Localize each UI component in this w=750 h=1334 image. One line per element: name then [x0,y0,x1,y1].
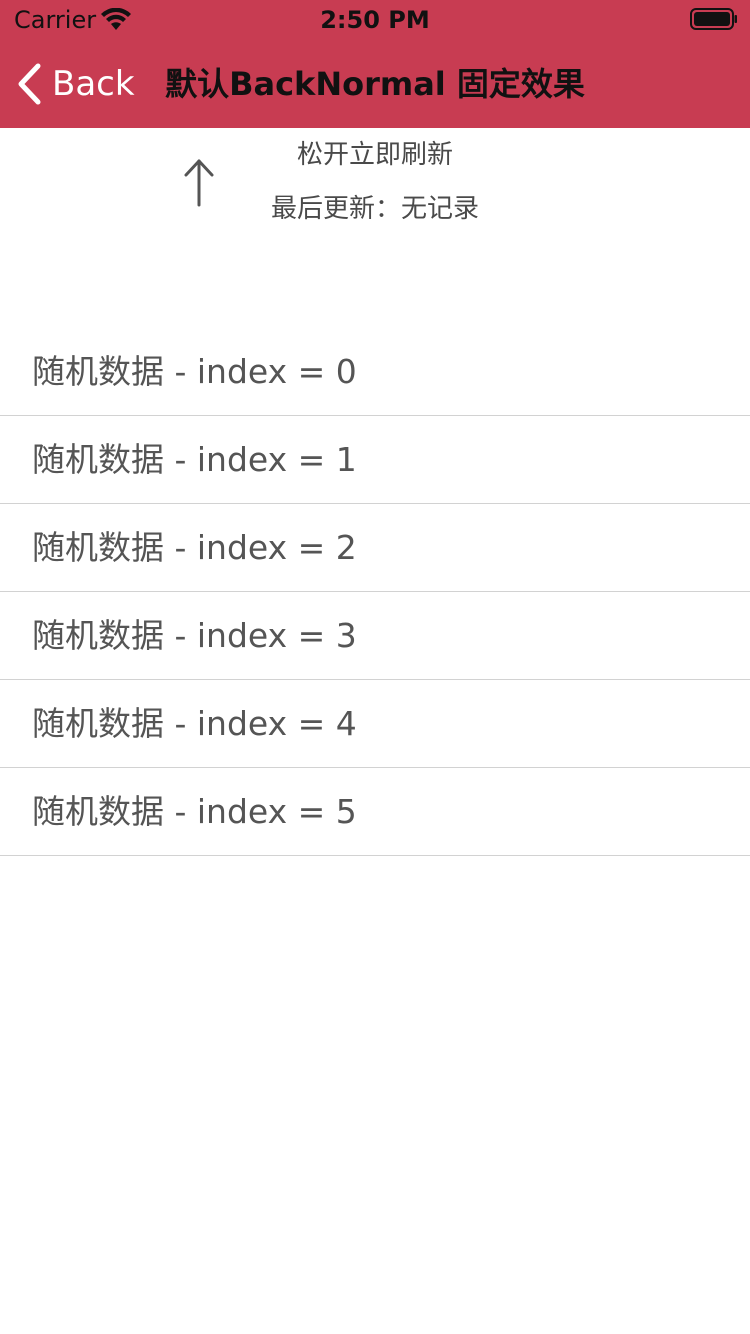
list-item[interactable]: 随机数据 - index = 1 [0,416,750,504]
nav-bar: Back 默认BackNormal 固定效果 [0,40,750,128]
list-item[interactable]: 随机数据 - index = 4 [0,680,750,768]
list-item-label: 随机数据 - index = 4 [32,703,357,743]
list-item-label: 随机数据 - index = 5 [32,791,357,831]
status-bar: Carrier 2:50 PM [0,0,750,40]
page-title: 默认BackNormal 固定效果 [165,65,585,103]
list-item[interactable]: 随机数据 - index = 3 [0,592,750,680]
navigation-bar: Carrier 2:50 PM Back 默认BackNormal 固定效果 [0,0,750,128]
list-item-label: 随机数据 - index = 1 [32,439,357,479]
list-item-label: 随机数据 - index = 2 [32,527,357,567]
refresh-status-label: 松开立即刷新 [296,140,453,170]
last-updated-label: 最后更新：无记录 [270,194,479,224]
data-list: 随机数据 - index = 0 随机数据 - index = 1 随机数据 -… [0,328,750,856]
status-time: 2:50 PM [320,6,430,34]
back-button[interactable]: Back [16,60,135,108]
list-item[interactable]: 随机数据 - index = 5 [0,768,750,856]
list-item[interactable]: 随机数据 - index = 0 [0,328,750,416]
list-item-label: 随机数据 - index = 0 [32,351,357,391]
chevron-left-icon [18,63,41,105]
list-item[interactable]: 随机数据 - index = 2 [0,504,750,592]
list-item-label: 随机数据 - index = 3 [32,615,357,655]
pull-to-refresh-header: 松开立即刷新 最后更新：无记录 [0,128,750,328]
battery-icon [690,8,737,30]
